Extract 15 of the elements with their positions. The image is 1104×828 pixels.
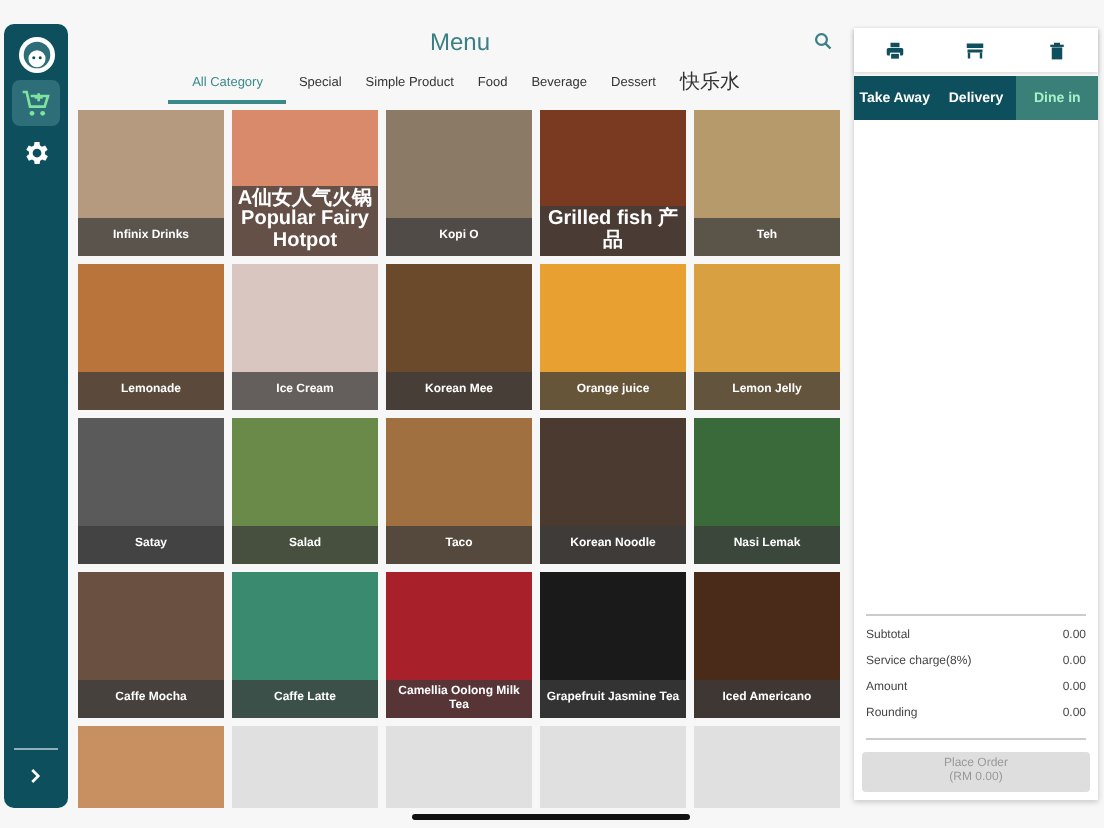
search-icon[interactable] (814, 32, 832, 50)
cart-icon (20, 87, 52, 119)
item-name: Grilled fish 产品 (540, 206, 686, 256)
category-tab[interactable]: 快乐水 (667, 68, 752, 104)
logo-icon (17, 36, 55, 74)
item-name: A仙女人气火锅 Popular Fairy Hotpot (232, 185, 378, 256)
menu-item-card[interactable]: Grilled fish 产品 (540, 110, 686, 256)
menu-title: Menu (429, 26, 491, 58)
chevron-right-icon[interactable] (30, 768, 42, 784)
menu-item-card[interactable]: A仙女人气火锅 Popular Fairy Hotpot (232, 110, 378, 256)
cart-button[interactable] (12, 80, 60, 126)
printer-icon[interactable] (885, 41, 904, 59)
gear-icon (21, 138, 51, 168)
table-icon[interactable] (966, 41, 985, 59)
trash-icon[interactable] (1048, 41, 1067, 59)
